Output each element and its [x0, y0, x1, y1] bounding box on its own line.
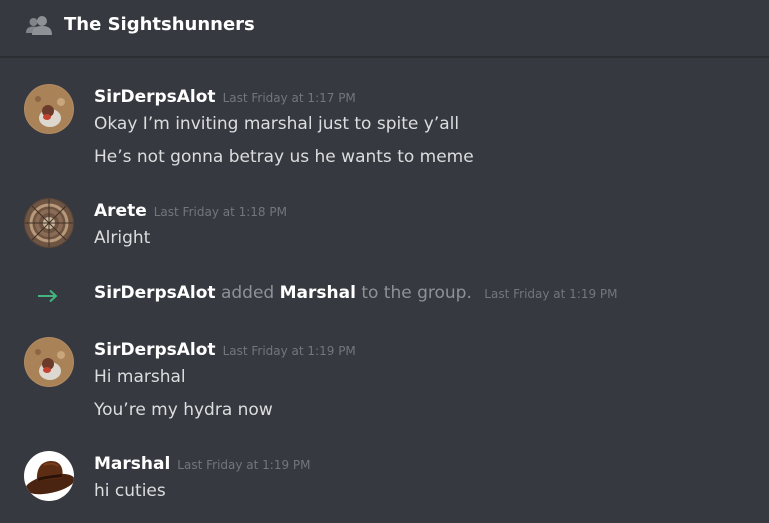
timestamp: Last Friday at 1:19 PM — [484, 287, 618, 301]
message-text: Alright — [94, 228, 151, 248]
channel-header: The Sightshunners — [0, 0, 769, 57]
system-verb: added — [220, 283, 275, 303]
group-people-icon — [26, 15, 52, 35]
actor-username[interactable]: SirDerpsAlot — [94, 283, 216, 303]
message-header: SirDerpsAlot Last Friday at 1:19 PM — [94, 340, 356, 360]
message-text: You’re my hydra now — [94, 400, 273, 420]
chat-window: The Sightshunners SirDerpsAlot Last Frida… — [0, 0, 769, 523]
target-username[interactable]: Marshal — [280, 283, 356, 303]
message-text: Okay I’m inviting marshal just to spite … — [94, 114, 460, 134]
username[interactable]: Arete — [94, 201, 147, 221]
message-header: Arete Last Friday at 1:18 PM — [94, 201, 287, 221]
avatar[interactable] — [24, 198, 74, 248]
channel-title: The Sightshunners — [64, 14, 255, 35]
message-text: Hi marshal — [94, 367, 186, 387]
message-header: Marshal Last Friday at 1:19 PM — [94, 454, 311, 474]
timestamp: Last Friday at 1:19 PM — [177, 458, 311, 472]
timestamp: Last Friday at 1:17 PM — [222, 91, 356, 105]
username[interactable]: SirDerpsAlot — [94, 340, 216, 360]
timestamp: Last Friday at 1:18 PM — [153, 205, 287, 219]
avatar[interactable] — [24, 451, 74, 501]
username[interactable]: SirDerpsAlot — [94, 87, 216, 107]
message-text: hi cuties — [94, 481, 166, 501]
avatar[interactable] — [24, 84, 74, 134]
avatar[interactable] — [24, 337, 74, 387]
arrow-right-icon — [37, 288, 59, 303]
message-header: SirDerpsAlot Last Friday at 1:17 PM — [94, 87, 356, 107]
system-suffix: to the group. — [361, 283, 472, 303]
timestamp: Last Friday at 1:19 PM — [222, 344, 356, 358]
username[interactable]: Marshal — [94, 454, 170, 474]
message-text: He’s not gonna betray us he wants to mem… — [94, 147, 474, 167]
system-message-text: SirDerpsAlot added Marshal to the group.… — [94, 283, 618, 303]
